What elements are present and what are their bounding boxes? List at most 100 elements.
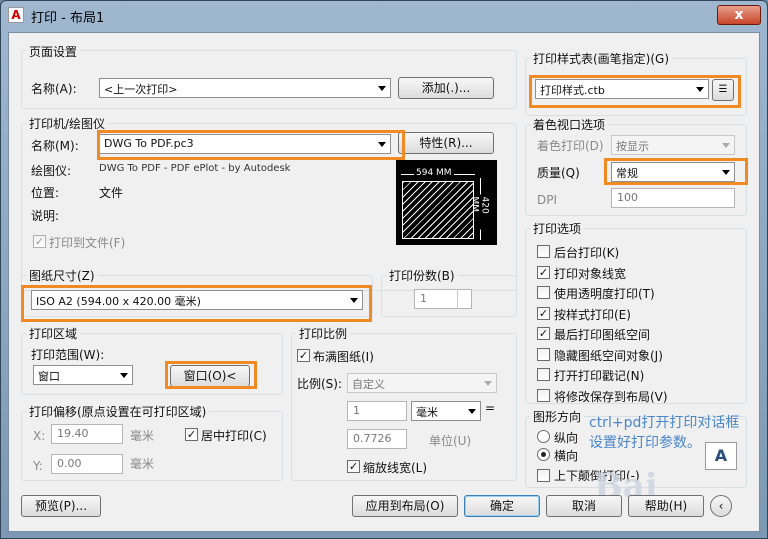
landscape-label: 横向 bbox=[554, 449, 579, 463]
offset-y-input[interactable]: 0.00 bbox=[51, 454, 123, 474]
quality-value: 常规 bbox=[616, 167, 638, 180]
shaded-viewport-title: 着色视口选项 bbox=[530, 116, 609, 133]
plot-option-label: 按样式打印(E) bbox=[554, 307, 631, 322]
paper-size-select[interactable]: ISO A2 (594.00 x 420.00 毫米) bbox=[31, 290, 363, 310]
page-setup-select[interactable]: <上一次打印> bbox=[99, 78, 391, 98]
plot-option-checkbox[interactable] bbox=[537, 245, 550, 258]
plot-option-checkbox[interactable]: ✓ bbox=[537, 327, 550, 340]
offset-x-input[interactable]: 19.40 bbox=[51, 424, 123, 444]
center-plot-checkbox[interactable]: ✓ bbox=[185, 428, 198, 441]
scale-select[interactable]: 自定义 bbox=[347, 373, 497, 393]
offset-y-unit: 毫米 bbox=[130, 457, 155, 471]
upside-down-checkbox[interactable] bbox=[537, 469, 550, 482]
printer-select[interactable]: DWG To PDF.pc3 bbox=[99, 134, 391, 154]
scale-unit-value: 毫米 bbox=[416, 406, 438, 419]
offset-x-label: X: bbox=[33, 429, 46, 443]
add-page-setup-button[interactable]: 添加(.)... bbox=[398, 77, 494, 99]
chevron-down-icon bbox=[120, 373, 128, 378]
spinner-icon[interactable] bbox=[457, 289, 471, 309]
page-setup-name-label: 名称(A): bbox=[31, 82, 77, 96]
scale-unit2-label: 单位(U) bbox=[429, 434, 472, 448]
cancel-button[interactable]: 取消 bbox=[546, 495, 622, 517]
plotter-value: DWG To PDF - PDF ePlot - by Autodesk bbox=[99, 163, 291, 174]
plot-range-select[interactable]: 窗口 bbox=[33, 365, 133, 385]
fit-to-paper-checkbox[interactable]: ✓ bbox=[297, 349, 310, 362]
printer-value: DWG To PDF.pc3 bbox=[104, 137, 194, 150]
portrait-label: 纵向 bbox=[554, 431, 579, 445]
quality-label: 质量(Q) bbox=[537, 166, 580, 180]
plot-option-label: 最后打印图纸空间 bbox=[554, 328, 651, 342]
plot-option-checkbox[interactable] bbox=[537, 347, 550, 361]
dialog-body: 页面设置 名称(A): <上一次打印> 添加(.)... 打印机/绘图仪 名称(… bbox=[8, 32, 760, 532]
paper-hatch bbox=[402, 181, 474, 239]
dpi-label: DPI bbox=[537, 193, 558, 207]
chevron-down-icon bbox=[468, 409, 476, 414]
paper-size-value: ISO A2 (594.00 x 420.00 毫米) bbox=[36, 295, 201, 308]
plot-option-label: 打开打印戳记(N) bbox=[554, 369, 645, 383]
center-plot-label: 居中打印(C) bbox=[201, 429, 267, 443]
plot-option-checkbox[interactable] bbox=[537, 286, 550, 299]
print-dialog: A 打印 - 布局1 x 页面设置 名称(A): <上一次打印> 添加(.)..… bbox=[0, 0, 768, 539]
location-value: 文件 bbox=[99, 186, 124, 200]
preview-button[interactable]: 预览(P)... bbox=[21, 495, 101, 517]
portrait-radio[interactable] bbox=[537, 430, 550, 443]
plot-option-label: 使用透明度打印(T) bbox=[554, 287, 655, 301]
scale-value1-input[interactable]: 1 bbox=[347, 401, 407, 421]
scale-lineweights-label: 缩放线宽(L) bbox=[363, 461, 428, 475]
orientation-title: 图形方向 bbox=[530, 408, 585, 425]
landscape-radio[interactable] bbox=[537, 448, 550, 461]
preview-width-label: 594 MM bbox=[414, 168, 454, 178]
scale-lineweights-checkbox[interactable]: ✓ bbox=[347, 460, 360, 473]
plot-option-label: 隐藏图纸空间对象(J) bbox=[554, 348, 663, 363]
title-bar: A 打印 - 布局1 x bbox=[1, 1, 767, 29]
shade-plot-select[interactable]: 按显示 bbox=[611, 135, 735, 155]
plot-option-label: 将修改保存到布局(V) bbox=[554, 389, 668, 404]
close-button[interactable]: x bbox=[717, 5, 761, 25]
plot-option-checkbox[interactable]: ✓ bbox=[537, 306, 550, 320]
printer-properties-button[interactable]: 特性(R)... bbox=[398, 132, 494, 154]
copies-title: 打印份数(B) bbox=[386, 267, 458, 284]
quality-select[interactable]: 常规 bbox=[611, 162, 735, 182]
scale-label: 比例(S): bbox=[297, 377, 343, 391]
help-button[interactable]: 帮助(H) bbox=[628, 495, 704, 517]
page-setup-value: <上一次打印> bbox=[104, 83, 178, 96]
offset-x-unit: 毫米 bbox=[130, 429, 155, 443]
shade-plot-label: 着色打印(D) bbox=[537, 139, 604, 153]
scale-value: 自定义 bbox=[352, 378, 385, 391]
equals-sign: = bbox=[485, 401, 496, 415]
window-title: 打印 - 布局1 bbox=[31, 11, 105, 26]
fit-to-paper-label: 布满图纸(I) bbox=[313, 350, 374, 364]
copies-input[interactable]: 1 bbox=[414, 289, 472, 309]
dpi-input[interactable]: 100 bbox=[611, 188, 735, 208]
ok-button[interactable]: 确定 bbox=[464, 495, 540, 517]
page-setup-title: 页面设置 bbox=[26, 43, 81, 60]
printer-title: 打印机/绘图仪 bbox=[26, 115, 109, 132]
chevron-down-icon bbox=[378, 86, 386, 91]
scale-unit-select[interactable]: 毫米 bbox=[411, 401, 481, 421]
landscape-orientation-icon: A bbox=[705, 442, 737, 470]
plot-range-label: 打印范围(W): bbox=[31, 348, 105, 362]
window-select-button[interactable]: 窗口(O)< bbox=[170, 365, 250, 387]
chevron-down-icon bbox=[350, 298, 358, 303]
plot-option-checkbox[interactable] bbox=[537, 388, 550, 402]
plot-style-select[interactable]: 打印样式.ctb bbox=[535, 79, 709, 99]
plot-style-title: 打印样式表(画笔指定)(G) bbox=[530, 50, 673, 67]
expand-collapse-button[interactable]: ‹ bbox=[710, 495, 732, 517]
description-label: 说明: bbox=[31, 209, 60, 223]
plotter-label: 绘图仪: bbox=[31, 164, 72, 178]
plot-option-checkbox[interactable]: ✓ bbox=[537, 265, 550, 279]
plot-style-value: 打印样式.ctb bbox=[540, 84, 605, 97]
chevron-down-icon bbox=[696, 87, 704, 92]
plot-option-checkbox[interactable] bbox=[537, 368, 550, 381]
scale-title: 打印比例 bbox=[296, 325, 351, 342]
chevron-down-icon bbox=[722, 143, 730, 148]
annotation-line2: 设置好打印参数。 bbox=[589, 435, 701, 451]
apply-to-layout-button[interactable]: 应用到布局(O) bbox=[352, 495, 458, 517]
print-to-file-label: 打印到文件(F) bbox=[49, 236, 126, 250]
edit-plot-style-button[interactable]: ☰ bbox=[712, 79, 734, 101]
scale-value2-input[interactable]: 0.7726 bbox=[347, 429, 407, 449]
paper-size-title: 图纸尺寸(Z) bbox=[26, 267, 98, 284]
autocad-logo-icon: A bbox=[8, 7, 24, 23]
print-to-file-checkbox[interactable]: ✓ bbox=[33, 235, 46, 248]
plot-range-value: 窗口 bbox=[38, 370, 60, 383]
